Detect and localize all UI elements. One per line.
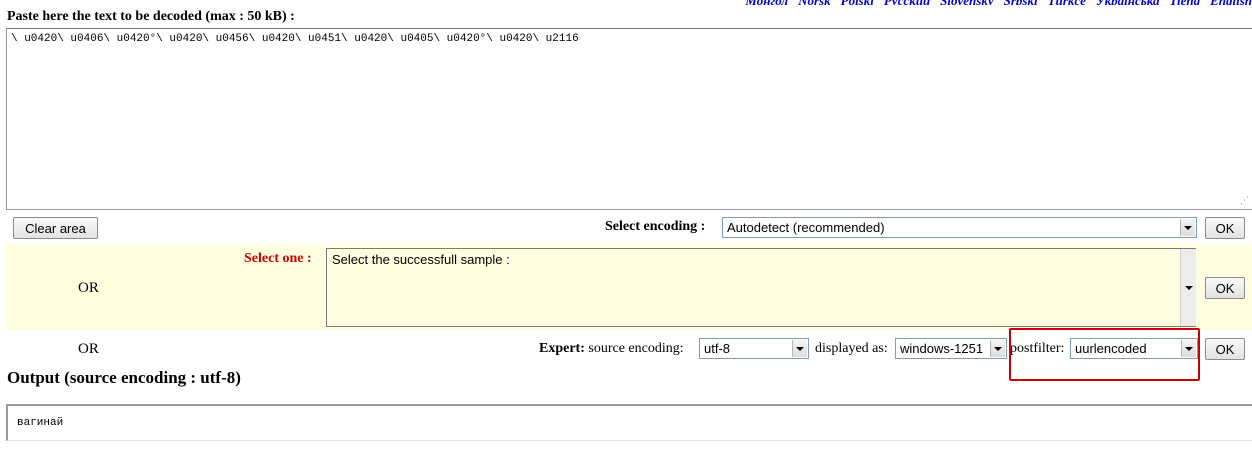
expert-label: Expert: [539,341,585,356]
output-heading: Output (source encoding : utf-8) [7,368,241,387]
or-label-1: OR [78,280,99,296]
clear-area-button[interactable]: Clear area [13,217,98,239]
language-link[interactable]: Srpski [1004,0,1038,5]
displayed-as-select[interactable]: windows-1251 [895,338,1007,359]
expert-label-group: Expert: source encoding: [539,341,684,357]
language-link[interactable]: Українська [1096,0,1160,5]
sample-scrollbar[interactable] [1180,249,1196,326]
chevron-down-icon[interactable] [1180,219,1195,236]
language-link[interactable]: Türkçe [1048,0,1086,5]
chevron-down-icon[interactable] [990,340,1005,357]
select-encoding-label: Select encoding : [605,219,706,234]
language-links: Монгол Norsk Polski Русский Slovensky Srpski T… [735,0,1252,5]
encoding-select[interactable]: Autodetect (recommended) [722,217,1197,238]
displayed-as-label: displayed as: [815,341,888,356]
output-text: вагинай [17,417,64,429]
chevron-down-icon[interactable] [792,340,807,357]
or-label-2: OR [78,341,99,357]
select-one-label: Select one : [244,251,312,266]
input-heading: Paste here the text to be decoded (max :… [7,9,295,24]
language-link[interactable]: Polski [841,0,874,5]
language-link[interactable]: Tiếng [1170,0,1201,5]
highlight-box [1009,328,1200,381]
language-link[interactable]: Norsk [798,0,831,5]
language-link[interactable]: Slovensky [940,0,993,5]
source-encoding-value: utf-8 [704,341,731,356]
source-encoding-select[interactable]: utf-8 [699,338,809,359]
sample-ok-button[interactable]: OK [1205,277,1245,299]
language-link[interactable]: Монгол [745,0,788,5]
output-box: вагинай [6,404,1252,441]
language-link[interactable]: English [1210,0,1252,5]
source-encoding-label: source encoding: [588,341,684,356]
language-link[interactable]: Русский [884,0,930,5]
expert-ok-button[interactable]: OK [1205,338,1245,360]
sample-placeholder: Select the successfull sample : [332,252,510,267]
encoding-ok-button[interactable]: OK [1205,217,1245,239]
resize-grip-icon[interactable]: ⋰ [1240,196,1250,206]
displayed-as-value: windows-1251 [900,341,984,356]
chevron-down-icon[interactable] [1184,285,1193,290]
input-textarea[interactable]: \ u0420\ u0406\ u0420°\ u0420\ u0456\ u0… [6,28,1252,210]
sample-listbox[interactable]: Select the successfull sample : [326,248,1196,327]
encoding-select-value: Autodetect (recommended) [727,220,885,235]
